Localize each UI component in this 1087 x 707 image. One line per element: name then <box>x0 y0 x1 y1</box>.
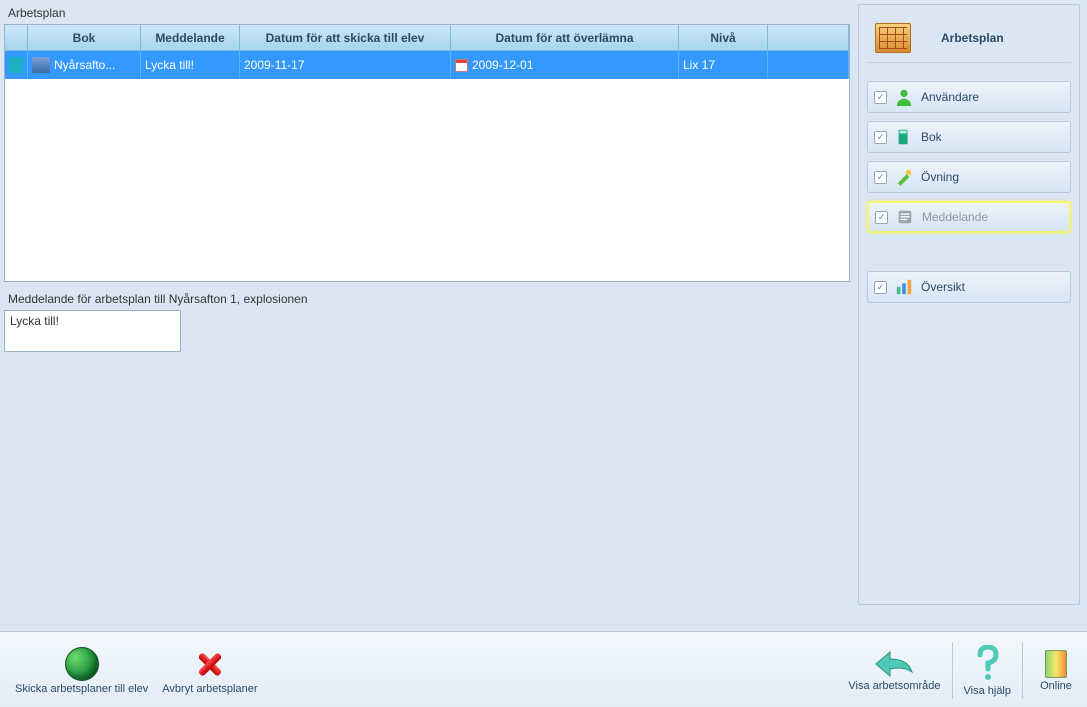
sidebar-item-bok[interactable]: ✓ Bok <box>867 121 1071 153</box>
sidebar-item-meddelande[interactable]: ✓ Meddelande <box>867 201 1071 233</box>
sidebar-item-oversikt[interactable]: ✓ Översikt <box>867 271 1071 303</box>
globe-icon <box>65 647 99 681</box>
checkbox-icon[interactable]: ✓ <box>874 171 887 184</box>
book-icon <box>32 57 50 73</box>
col-header-niva[interactable]: Nivå <box>679 25 768 51</box>
col-header-datum-deliver[interactable]: Datum för att överlämna <box>451 25 679 51</box>
tools-icon <box>895 168 913 186</box>
sidebar-item-label: Bok <box>921 130 942 144</box>
show-workspace-button[interactable]: Visa arbetsområde <box>841 636 947 705</box>
checkbox-icon[interactable]: ✓ <box>874 131 887 144</box>
sidebar-item-label: Användare <box>921 90 979 104</box>
question-icon <box>972 645 1002 683</box>
book-icon <box>895 128 913 146</box>
online-status-icon <box>1045 650 1067 678</box>
document-icon <box>9 57 23 73</box>
button-label: Skicka arbetsplaner till elev <box>15 683 148 695</box>
row-icon-cell <box>5 51 28 79</box>
sidebar-item-label: Översikt <box>921 280 965 294</box>
sidebar-item-anvandare[interactable]: ✓ Användare <box>867 81 1071 113</box>
right-panel-title: Arbetsplan <box>941 31 1004 45</box>
button-label: Avbryt arbetsplaner <box>162 683 257 695</box>
bottom-toolbar: Skicka arbetsplaner till elev Avbryt arb… <box>0 631 1087 707</box>
cell-bok-text: Nyårsafto... <box>54 58 115 72</box>
col-header-bok[interactable]: Bok <box>28 25 141 51</box>
right-panel: Arbetsplan ✓ Användare ✓ Bok ✓ Övning ✓ <box>858 4 1080 605</box>
col-header-meddelande[interactable]: Meddelande <box>141 25 240 51</box>
calendar-grid-icon <box>875 23 911 53</box>
cell-datum-send: 2009-11-17 <box>240 51 451 79</box>
panel-title: Arbetsplan <box>4 4 850 24</box>
cell-rest <box>768 51 849 79</box>
button-label: Online <box>1040 680 1072 692</box>
sidebar-item-label: Meddelande <box>922 210 988 224</box>
cell-niva: Lix 17 <box>679 51 768 79</box>
chart-icon <box>895 278 913 296</box>
send-workplans-button[interactable]: Skicka arbetsplaner till elev <box>8 636 155 705</box>
cell-datum-deliver: 2009-12-01 <box>451 51 679 79</box>
workplan-grid[interactable]: Bok Meddelande Datum för att skicka till… <box>4 24 850 282</box>
col-header-icon[interactable] <box>5 25 28 51</box>
right-panel-header: Arbetsplan <box>867 13 1071 63</box>
sidebar-item-label: Övning <box>921 170 959 184</box>
cell-bok: Nyårsafto... <box>28 51 141 79</box>
online-button[interactable]: Online <box>1027 636 1085 705</box>
left-panel: Arbetsplan Bok Meddelande Datum för att … <box>4 4 850 605</box>
table-row[interactable]: Nyårsafto... Lycka till! 2009-11-17 2009… <box>5 51 849 79</box>
checkbox-icon[interactable]: ✓ <box>875 211 888 224</box>
checkbox-icon[interactable]: ✓ <box>874 91 887 104</box>
cell-meddelande: Lycka till! <box>141 51 240 79</box>
checkbox-icon[interactable]: ✓ <box>874 281 887 294</box>
note-icon <box>896 208 914 226</box>
calendar-icon <box>455 59 468 72</box>
sidebar-item-ovning[interactable]: ✓ Övning <box>867 161 1071 193</box>
message-label: Meddelande för arbetsplan till Nyårsafto… <box>4 282 850 310</box>
cancel-workplans-button[interactable]: Avbryt arbetsplaner <box>155 636 264 705</box>
cell-datum-deliver-text: 2009-12-01 <box>472 58 533 72</box>
button-label: Visa hjälp <box>964 685 1012 697</box>
col-header-rest <box>768 25 849 51</box>
user-icon <box>895 88 913 106</box>
button-label: Visa arbetsområde <box>848 680 940 692</box>
grid-header: Bok Meddelande Datum för att skicka till… <box>5 25 849 51</box>
separator <box>952 642 953 699</box>
x-icon <box>193 647 227 681</box>
show-help-button[interactable]: Visa hjälp <box>957 636 1019 705</box>
col-header-datum-send[interactable]: Datum för att skicka till elev <box>240 25 451 51</box>
separator <box>1022 642 1023 699</box>
message-box[interactable]: Lycka till! <box>4 310 181 352</box>
back-arrow-icon <box>874 650 914 678</box>
